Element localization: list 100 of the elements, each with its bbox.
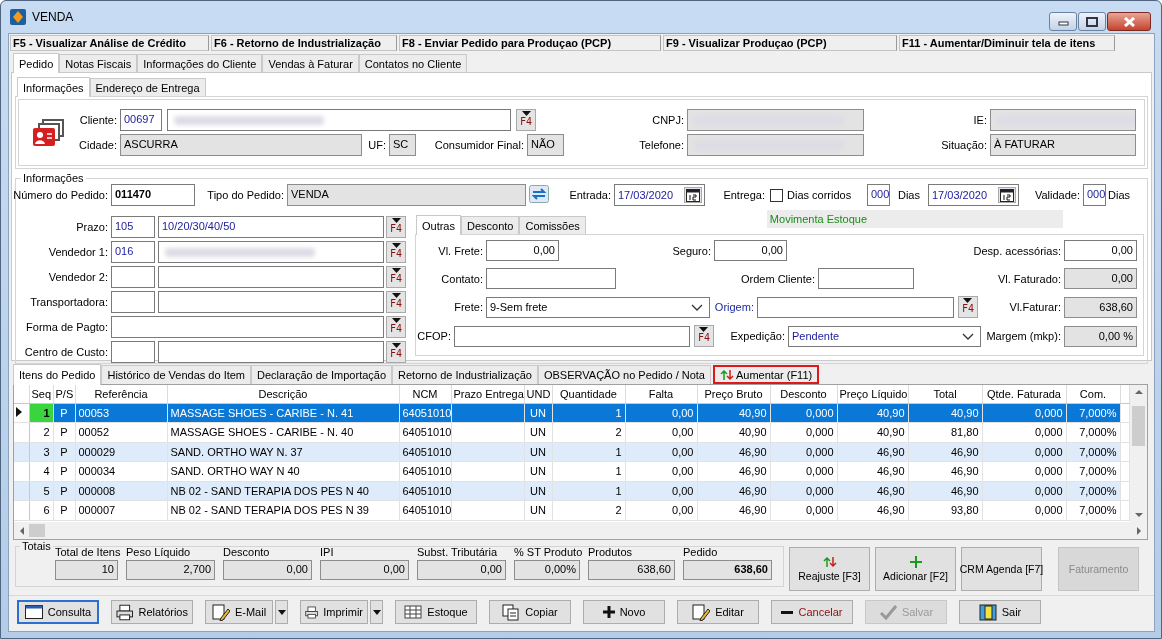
input-field[interactable]: 10/20/30/40/50 [158, 216, 384, 238]
vertical-scrollbar[interactable] [1130, 385, 1147, 522]
toolbar-button[interactable]: Relatórios [111, 600, 193, 624]
tab[interactable]: Vendas à Faturar [262, 54, 359, 72]
toolbar-button[interactable]: Editar [677, 600, 759, 624]
input-field[interactable]: À FATURAR [990, 134, 1136, 156]
input-field[interactable]: ASCURRA [120, 134, 362, 156]
input-field[interactable] [485, 268, 616, 289]
tab[interactable]: Notas Fiscais [59, 54, 138, 72]
toolbar-button[interactable]: Cancelar [771, 600, 853, 624]
action-button[interactable]: Adicionar [F2] [875, 547, 956, 591]
toolbar-button[interactable]: Imprimir [300, 600, 368, 624]
toolbar-button[interactable]: Novo [583, 600, 665, 624]
column-header[interactable]: P/S [53, 385, 75, 403]
tab[interactable]: Comissões [519, 216, 586, 234]
column-header[interactable]: Quantidade [552, 385, 625, 403]
lookup-button[interactable]: F4 [386, 291, 406, 313]
lookup-button[interactable]: F4 [386, 316, 406, 338]
input-field[interactable]: 0,00 [1063, 240, 1137, 261]
scroll-thumb[interactable] [29, 524, 45, 537]
lookup-button[interactable]: F4 [516, 109, 536, 131]
input-field[interactable] [158, 341, 384, 363]
input-field[interactable]: SC [389, 134, 416, 156]
input-field[interactable]: 0,00 [320, 560, 409, 580]
input-field[interactable]: NÃO [527, 134, 564, 156]
lookup-button[interactable]: F4 [957, 296, 978, 318]
toolbar-button[interactable]: E-Mail [205, 600, 273, 624]
action-button[interactable]: CRM Agenda [F7] [961, 547, 1042, 591]
lookup-button[interactable]: F4 [386, 341, 406, 363]
action-button[interactable]: Reajuste [F3] [789, 547, 870, 591]
input-field[interactable] [158, 291, 384, 313]
input-field[interactable]: 0,00 [223, 560, 312, 580]
input-field[interactable]: 105 [111, 216, 155, 238]
date-field[interactable]: 17/03/2020 [614, 184, 705, 206]
column-header[interactable]: Falta [625, 385, 697, 403]
input-field[interactable]: 638,60 [1063, 296, 1137, 318]
toolbar-button[interactable]: Estoque [395, 600, 477, 624]
input-field[interactable]: 0,00% [514, 560, 580, 580]
input-field[interactable] [111, 316, 384, 338]
column-header[interactable]: Preço Líquido [837, 385, 908, 403]
tab[interactable]: Informações [17, 77, 90, 97]
dropdown[interactable]: Pendente [787, 325, 981, 347]
lookup-button[interactable]: F4 [386, 216, 406, 238]
column-header[interactable]: NCM [399, 385, 451, 403]
checkbox[interactable] [769, 188, 783, 202]
input-field[interactable]: 000 [1083, 184, 1106, 206]
input-field[interactable]: VENDA [287, 184, 526, 206]
input-field[interactable]: 10 [55, 560, 118, 580]
column-header[interactable]: Seq [29, 385, 53, 403]
calendar-button[interactable] [998, 187, 1016, 203]
input-field[interactable]: 0,00 [1063, 268, 1137, 289]
maximize-button[interactable] [1078, 12, 1106, 31]
horizontal-scrollbar[interactable] [14, 522, 1147, 539]
tab[interactable]: Contatos no Cliente [358, 54, 468, 72]
input-field[interactable]: 0,00 % [1063, 325, 1137, 347]
toolbar-button[interactable]: Sair [959, 600, 1041, 624]
column-header[interactable]: Qtde. Faturada [982, 385, 1066, 403]
input-field[interactable]: 011470 [111, 184, 195, 206]
expand-button[interactable]: Aumentar (F11) [713, 365, 820, 384]
tab[interactable]: Pedido [13, 53, 60, 73]
tab[interactable]: Itens do Pedido [13, 364, 102, 385]
input-field[interactable]: 000 [867, 184, 890, 206]
tab[interactable]: OBSERVAÇÃO no Pedido / Nota [537, 365, 711, 384]
column-header[interactable]: Preço Bruto [697, 385, 770, 403]
lookup-button[interactable]: F4 [386, 241, 406, 263]
input-field[interactable]: 638,60 [588, 560, 675, 580]
tab[interactable]: Declaração de Importação [251, 365, 393, 384]
input-field[interactable] [111, 341, 155, 363]
tab[interactable]: Outras [415, 215, 461, 235]
input-field[interactable]: 0,00 [417, 560, 506, 580]
date-field[interactable]: 17/03/2020 [928, 184, 1019, 206]
column-header[interactable]: Descrição [167, 385, 399, 403]
input-field[interactable] [453, 325, 690, 347]
input-field[interactable] [167, 109, 511, 131]
tab[interactable]: Retorno de Industrialização [392, 365, 538, 384]
column-header[interactable]: UND [524, 385, 552, 403]
input-field[interactable]: 0,00 [485, 240, 559, 261]
input-field[interactable]: 638,60 [683, 560, 772, 580]
lookup-button[interactable]: F4 [386, 266, 406, 288]
input-field[interactable] [817, 268, 914, 289]
column-header[interactable]: Total [908, 385, 982, 403]
toolbar-button[interactable]: Copiar [489, 600, 571, 624]
close-button[interactable] [1107, 12, 1151, 31]
toolbar-button[interactable]: Consulta [17, 600, 99, 624]
tab[interactable]: Desconto [460, 216, 520, 234]
input-field[interactable] [158, 241, 384, 263]
tab[interactable]: Endereço de Entrega [89, 78, 206, 96]
input-field[interactable]: 016 [111, 241, 155, 263]
scroll-thumb[interactable] [1132, 406, 1145, 446]
column-header[interactable]: Desconto [770, 385, 837, 403]
tab[interactable]: Histórico de Vendas do Item [101, 365, 252, 384]
dropdown[interactable]: 9-Sem frete [485, 296, 710, 318]
dropdown-button[interactable] [275, 600, 288, 624]
column-header[interactable]: Prazo Entrega [451, 385, 524, 403]
tab[interactable]: Informações do Cliente [137, 54, 263, 72]
dropdown-button[interactable] [370, 600, 383, 624]
lookup-button[interactable]: F4 [693, 325, 714, 347]
input-field[interactable] [111, 266, 155, 288]
swap-button[interactable] [529, 185, 551, 205]
calendar-button[interactable] [684, 187, 702, 203]
